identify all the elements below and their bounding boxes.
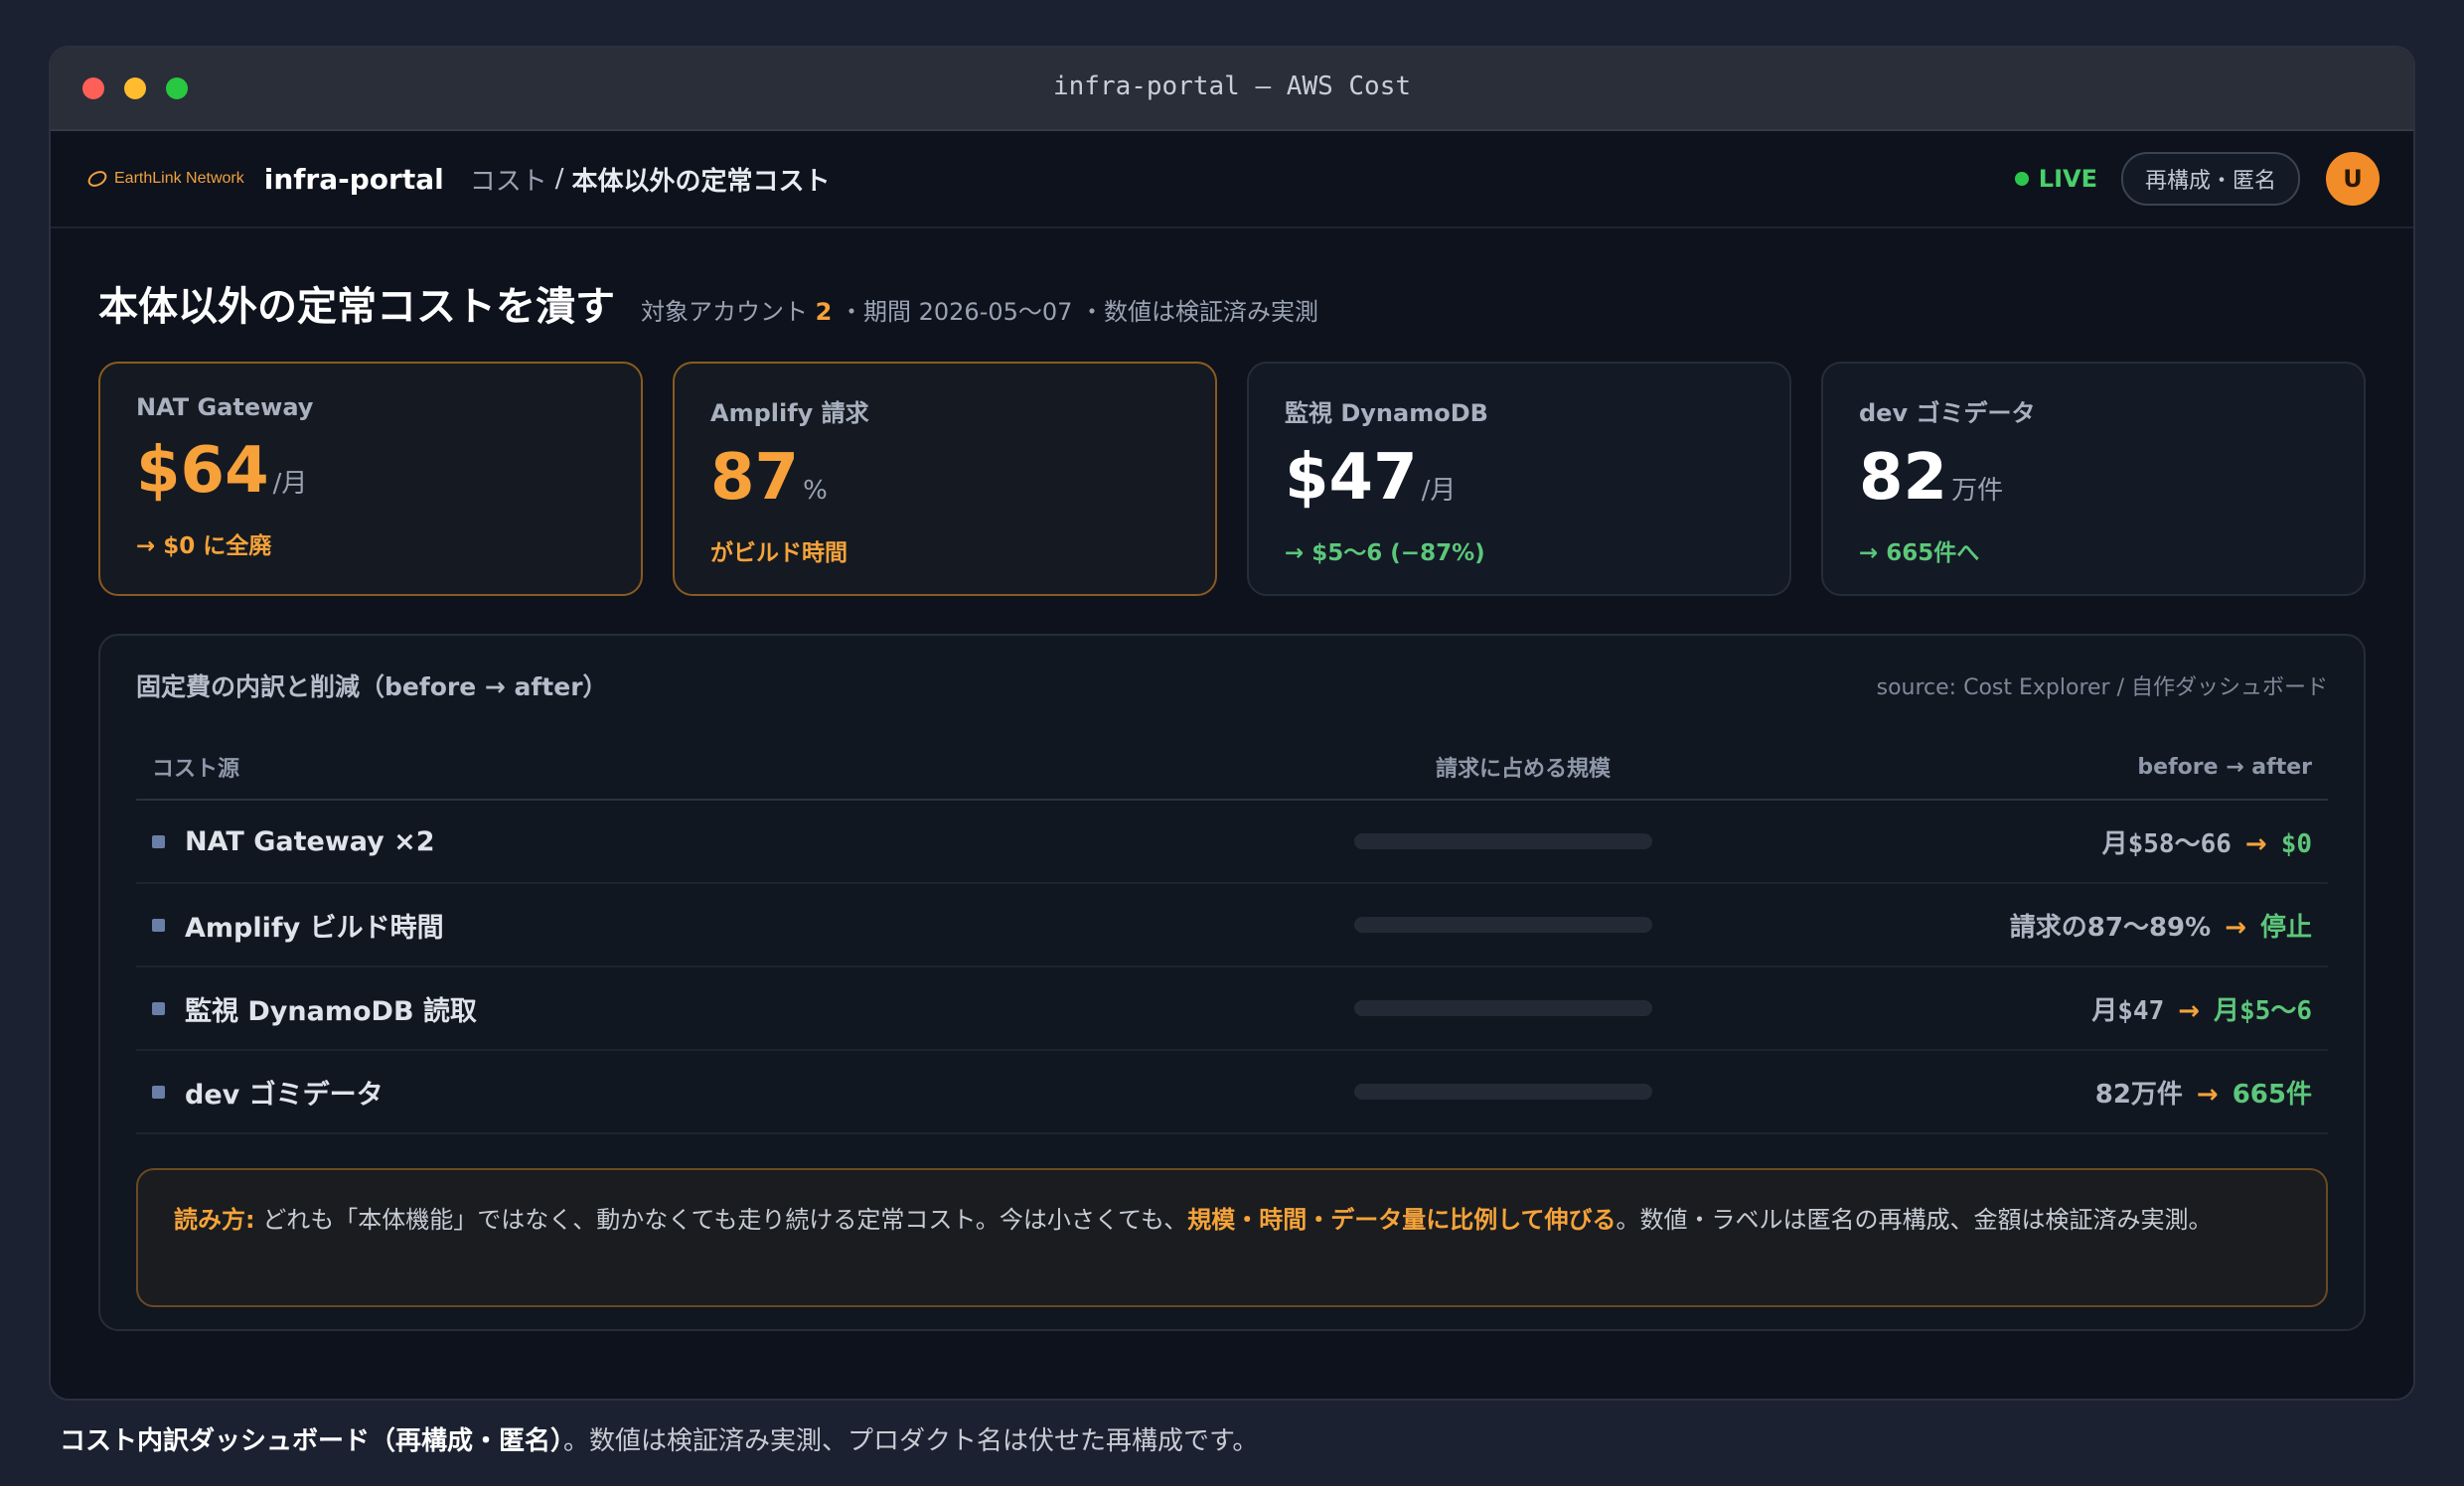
live-label: LIVE [2038,165,2097,193]
live-dot-icon [2014,172,2029,186]
live-indicator: LIVE [2014,165,2097,193]
reading-note: 読み方: どれも「本体機能」ではなく、動かなくても走り続ける定常コスト。今は小さ… [136,1168,2328,1307]
kpi-note: → 665件へ [1859,540,1980,566]
row-before: 月$47 [2091,995,2165,1026]
brand-logo[interactable]: EarthLink Network [86,168,244,190]
arrow-icon: → [2244,828,2267,859]
page-title: 本体以外の定常コストを潰す [98,284,615,330]
row-after: 停止 [2259,912,2312,943]
kpi-value: $47 [1285,441,1418,515]
row-name: dev ゴミデータ [185,1079,384,1111]
breadcrumb-current: 本体以外の定常コスト [571,166,831,197]
arrow-icon: → [2225,912,2246,943]
kpi-card-dev-data[interactable]: dev ゴミデータ 82 万件 → 665件へ [1821,362,2366,596]
caption-bold: コスト内訳ダッシュボード（再構成・匿名） [60,1426,564,1456]
row-before: 請求の87〜89% [2009,912,2212,943]
row-before: 82万件 [2094,1079,2183,1110]
table-header: コスト源 請求に占める規模 before → after [136,735,2328,801]
table-row[interactable]: NAT Gateway ×2 月$58〜66 → $0 [136,801,2328,884]
arrow-icon: → [2178,995,2201,1026]
row-name: NAT Gateway ×2 [185,825,435,857]
kpi-value: $64 [136,434,269,508]
user-avatar[interactable]: U [2326,152,2380,206]
row-after: 月$5〜6 [2214,995,2312,1026]
kpi-value: 82 [1859,441,1948,515]
breadcrumb-separator: / [554,164,564,194]
note-highlight: 規模・時間・データ量に比例して伸びる [1187,1206,1617,1234]
kpi-card-dynamodb[interactable]: 監視 DynamoDB $47 /月 → $5〜6 (−87%) [1247,362,1791,596]
breadcrumb-parent[interactable]: コスト [470,161,547,198]
table-row[interactable]: Amplify ビルド時間 請求の87〜89% → 停止 [136,884,2328,967]
panel-source: source: Cost Explorer / 自作ダッシュボード [1876,675,2328,700]
page-meta: 対象アカウント 2 ・期間 2026-05〜07 ・数値は検証済み実測 [641,292,1318,327]
meta-accounts: 2 [815,298,833,326]
row-bullet-icon [152,918,165,932]
app-window: infra-portal — AWS Cost EarthLink Networ… [49,46,2415,1401]
scale-bar [1354,1000,1652,1016]
table-row[interactable]: 監視 DynamoDB 読取 月$47 → 月$5〜6 [136,967,2328,1051]
kpi-cards: NAT Gateway $64 /月 → $0 に全廃 Amplify 請求 8… [98,362,2366,596]
row-name: 監視 DynamoDB 読取 [185,995,477,1027]
kpi-label: 監視 DynamoDB [1285,399,1488,427]
scale-bar [1354,1084,1652,1100]
kpi-unit: /月 [1421,476,1457,506]
kpi-value: 87 [710,441,800,515]
logo-text: EarthLink Network [114,170,244,187]
mode-badge-button[interactable]: 再構成・匿名 [2120,152,2300,206]
kpi-unit: % [803,476,828,506]
table-row[interactable]: dev ゴミデータ 82万件 → 665件 [136,1051,2328,1134]
note-text-1: どれも「本体機能」ではなく、動かなくても走り続ける定常コスト。今は小さくても、 [254,1206,1188,1234]
kpi-label: Amplify 請求 [710,399,869,427]
row-bullet-icon [152,1085,165,1099]
app-name[interactable]: infra-portal [264,163,444,196]
row-name: Amplify ビルド時間 [185,912,444,944]
note-label: 読み方: [174,1206,255,1234]
meta-prefix: 対象アカウント [641,298,808,326]
window-title: infra-portal — AWS Cost [1052,72,1412,101]
figure-caption: コスト内訳ダッシュボード（再構成・匿名）。数値は検証済み実測、プロダクト名は伏せ… [60,1420,1258,1457]
orbit-logo-icon [87,171,107,187]
panel-title: 固定費の内訳と削減（before → after） [136,672,608,701]
scale-bar [1354,833,1652,849]
column-header-before-after[interactable]: before → after [1742,755,2312,780]
scale-bar [1354,917,1652,933]
kpi-label: NAT Gateway [136,393,314,421]
column-header-scale[interactable]: 請求に占める規模 [1305,751,1742,783]
note-text-2: 。数値・ラベルは匿名の再構成、金額は検証済み実測。 [1616,1206,2213,1234]
kpi-label: dev ゴミデータ [1859,399,2036,427]
row-before: 月$58〜66 [2101,828,2232,859]
arrow-icon: → [2196,1079,2219,1110]
kpi-note: がビルド時間 [710,540,847,566]
cost-breakdown-panel: 固定費の内訳と削減（before → after） source: Cost E… [98,634,2366,1331]
app-header: EarthLink Network infra-portal コスト / 本体以… [51,131,2413,228]
kpi-note: → $5〜6 (−87%) [1285,540,1485,566]
meta-suffix: ・期間 2026-05〜07 ・数値は検証済み実測 [839,298,1319,326]
row-bullet-icon [152,1001,165,1015]
kpi-card-amplify[interactable]: Amplify 請求 87 % がビルド時間 [673,362,1217,596]
row-after: 665件 [2232,1079,2312,1110]
row-after: $0 [2280,828,2312,859]
column-header-source[interactable]: コスト源 [152,751,1305,783]
kpi-unit: 万件 [1951,476,2004,506]
row-bullet-icon [152,834,165,848]
caption-text: 。数値は検証済み実測、プロダクト名は伏せた再構成です。 [563,1426,1259,1456]
title-bar: infra-portal — AWS Cost [51,48,2413,131]
kpi-card-nat[interactable]: NAT Gateway $64 /月 → $0 に全廃 [98,362,643,596]
kpi-note: → $0 に全廃 [136,533,272,559]
kpi-unit: /月 [272,469,308,499]
